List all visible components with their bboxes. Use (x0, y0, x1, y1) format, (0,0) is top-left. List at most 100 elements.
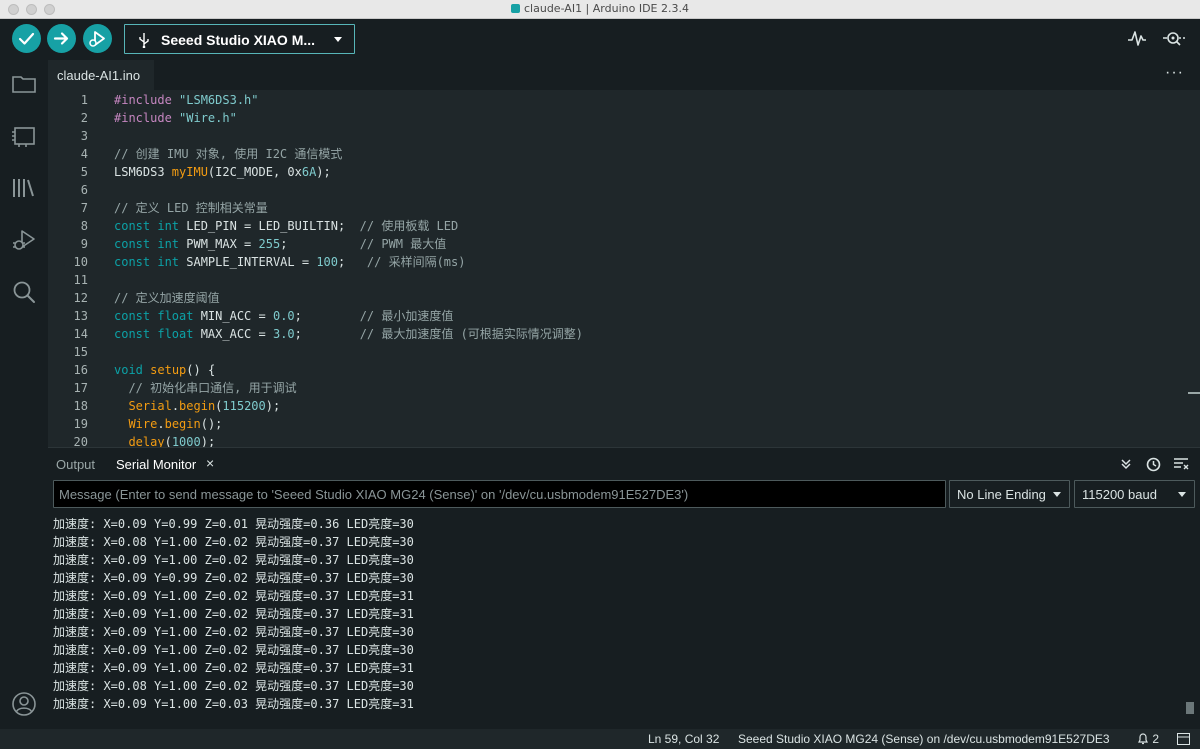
serial-line: 加速度: X=0.08 Y=1.00 Z=0.02 晃动强度=0.37 LED亮… (53, 679, 414, 693)
code-token: Serial (128, 399, 172, 413)
serial-line: 加速度: X=0.09 Y=1.00 Z=0.02 晃动强度=0.37 LED亮… (53, 607, 414, 621)
code-token: #include (114, 111, 172, 125)
line-number: 20 (73, 435, 88, 447)
notifications-indicator[interactable]: 2 (1137, 732, 1159, 746)
board-port-status[interactable]: Seeed Studio XIAO MG24 (Sense) on /dev/c… (738, 732, 1110, 746)
code-line[interactable]: 18 Serial.begin(115200); (48, 397, 1188, 415)
serial-line: 加速度: X=0.09 Y=1.00 Z=0.02 晃动强度=0.37 LED亮… (53, 589, 414, 603)
code-token: () { (186, 363, 216, 377)
code-token: ); (265, 399, 281, 413)
code-token: 100 (316, 255, 338, 269)
code-line[interactable]: 10 const int SAMPLE_INTERVAL = 100; // 采样… (48, 253, 1188, 271)
code-editor[interactable]: 1 #include "LSM6DS3.h" 2 #include "Wire.h" 3… (48, 90, 1200, 447)
code-token: ); (316, 165, 331, 179)
code-line[interactable]: 7 // 定义 LED 控制相关常量 (48, 199, 1188, 217)
code-token: const float (114, 309, 194, 323)
code-token: begin (179, 399, 216, 413)
upload-button[interactable] (47, 24, 76, 53)
code-token: (); (200, 417, 223, 431)
panel-toggle-icon[interactable] (1177, 733, 1190, 745)
tab-serial-monitor[interactable]: Serial Monitor (116, 457, 196, 472)
chevron-down-icon (1178, 492, 1186, 497)
code-text: // 初始化串口通信, 用于调试 (114, 379, 296, 397)
library-icon[interactable] (10, 174, 38, 202)
code-token: PWM_MAX = (179, 237, 259, 251)
code-token: 0.0 (272, 309, 295, 323)
code-line[interactable]: 4 // 创建 IMU 对象, 使用 I2C 通信模式 (48, 145, 1188, 163)
line-number: 2 (80, 111, 88, 125)
code-line[interactable]: 6 (48, 181, 1188, 199)
code-token: // 采样间隔(ms) (366, 255, 466, 269)
code-line[interactable]: 15 (48, 343, 1188, 361)
code-line[interactable]: 9 const int PWM_MAX = 255; // PWM 最大值 (48, 235, 1188, 253)
clock-icon[interactable] (1146, 457, 1161, 472)
code-token: MAX_ACC = (193, 327, 273, 341)
code-line[interactable]: 19 Wire.begin(); (48, 415, 1188, 433)
board-selector[interactable]: Seeed Studio XIAO M... (124, 24, 355, 54)
code-line[interactable]: 17 // 初始化串口通信, 用于调试 (48, 379, 1188, 397)
code-token: const int (114, 255, 180, 269)
folder-icon[interactable] (10, 70, 38, 98)
code-line[interactable]: 14 const float MAX_ACC = 3.0; // 最大加速度值 (… (48, 325, 1188, 343)
verify-button[interactable] (12, 24, 41, 53)
cursor-position[interactable]: Ln 59, Col 32 (648, 732, 719, 746)
code-text: const int PWM_MAX = 255; // PWM 最大值 (114, 235, 446, 253)
code-line[interactable]: 8 const int LED_PIN = LED_BUILTIN; // 使用板… (48, 217, 1188, 235)
code-token: LED_PIN = LED_BUILTIN; (179, 219, 360, 233)
line-number: 5 (80, 165, 88, 179)
tab-output[interactable]: Output (56, 457, 95, 472)
search-icon[interactable] (10, 278, 38, 306)
code-token: // 定义 LED 控制相关常量 (114, 201, 268, 215)
code-token: begin (164, 417, 201, 431)
baud-rate-select[interactable]: 115200 baud (1074, 480, 1195, 508)
code-line[interactable]: 1 #include "LSM6DS3.h" (48, 91, 1188, 109)
line-number: 15 (73, 345, 88, 359)
code-line[interactable]: 11 (48, 271, 1188, 289)
code-line[interactable]: 2 #include "Wire.h" (48, 109, 1188, 127)
code-token: 255 (258, 237, 281, 251)
account-icon[interactable] (10, 690, 38, 718)
debug-icon[interactable] (10, 226, 38, 254)
code-line[interactable]: 13 const float MIN_ACC = 0.0; // 最小加速度值 (48, 307, 1188, 325)
notifications-count: 2 (1152, 732, 1160, 746)
serial-monitor-icon[interactable] (1160, 27, 1188, 49)
arduino-app-icon (511, 4, 520, 13)
code-line[interactable]: 12 // 定义加速度阈值 (48, 289, 1188, 307)
arrow-right-icon (53, 32, 69, 45)
debug-button[interactable] (83, 24, 112, 53)
status-bar: Ln 59, Col 32 Seeed Studio XIAO MG24 (Se… (0, 729, 1200, 749)
code-token: ( (164, 435, 172, 447)
code-token: const int (114, 219, 180, 233)
debug-icon (89, 31, 105, 47)
code-token: // 创建 IMU 对象, 使用 I2C 通信模式 (114, 147, 343, 161)
window-title: claude-AI1 | Arduino IDE 2.3.4 (0, 2, 1200, 15)
line-ending-select[interactable]: No Line Ending (949, 480, 1070, 508)
serial-line: 加速度: X=0.09 Y=0.99 Z=0.02 晃动强度=0.37 LED亮… (53, 571, 414, 585)
clear-output-icon[interactable] (1173, 457, 1189, 471)
panel-scrollbar[interactable] (1186, 702, 1194, 714)
line-number: 6 (80, 183, 88, 197)
code-line[interactable]: 16 void setup() { (48, 361, 1188, 379)
code-line[interactable]: 3 (48, 127, 1188, 145)
board-manager-icon[interactable] (10, 122, 38, 150)
autoscroll-icon[interactable] (1119, 457, 1133, 471)
code-line[interactable]: 5 LSM6DS3 myIMU(I2C_MODE, 0x6A); (48, 163, 1188, 181)
message-input[interactable]: Message (Enter to send message to 'Seeed… (53, 480, 946, 508)
toolbar: Seeed Studio XIAO M... (0, 19, 1200, 60)
tab-claude-ai1-ino[interactable]: claude-AI1.ino (48, 60, 154, 90)
serial-line: 加速度: X=0.09 Y=1.00 Z=0.03 晃动强度=0.37 LED亮… (53, 697, 414, 711)
code-token: . (171, 399, 180, 413)
more-actions-icon[interactable]: ··· (1165, 64, 1184, 82)
code-token: ; (294, 309, 360, 323)
line-number: 8 (80, 219, 88, 233)
code-line[interactable]: 20 delay(1000); (48, 433, 1188, 447)
code-text: Wire.begin(); (114, 415, 222, 433)
serial-plotter-icon[interactable] (1126, 27, 1148, 49)
editor-scrollbar[interactable] (1188, 392, 1200, 394)
code-token: myIMU (171, 165, 208, 179)
close-icon[interactable]: × (206, 455, 214, 471)
